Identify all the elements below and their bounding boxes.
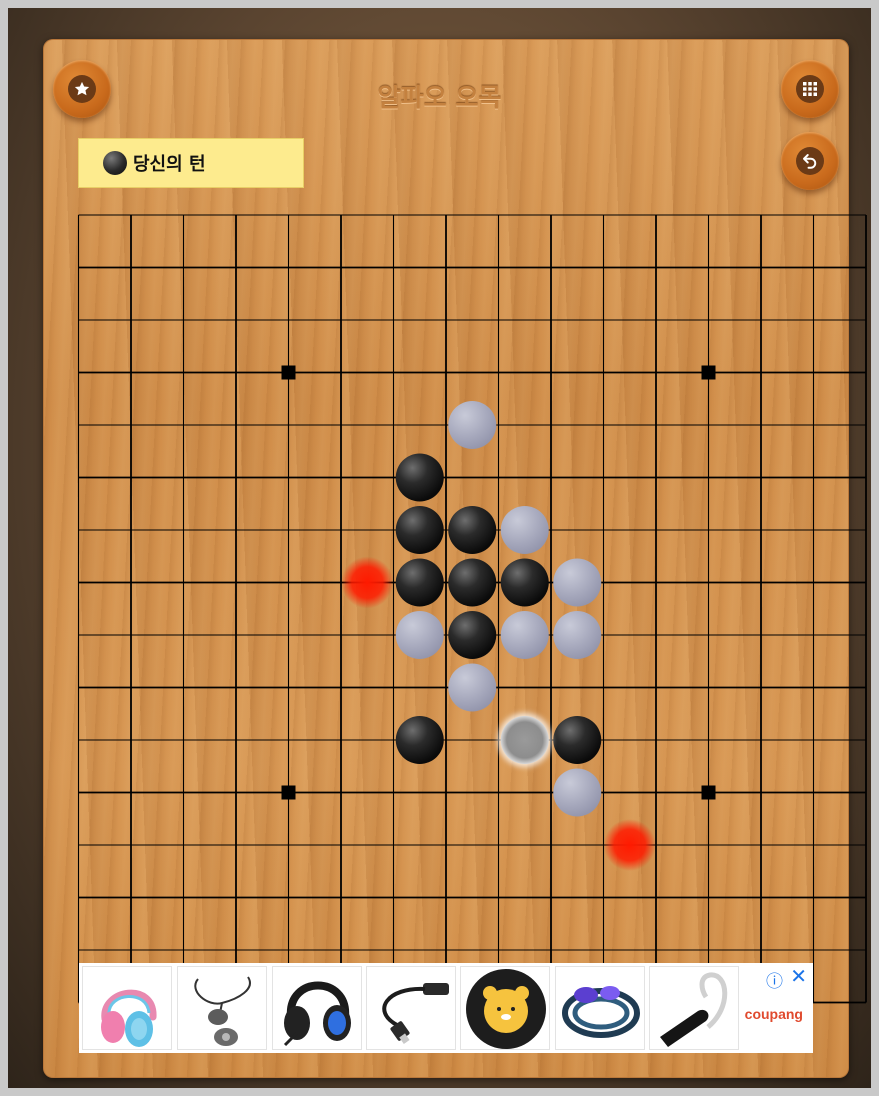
white-stone bbox=[395, 611, 444, 659]
black-stone bbox=[395, 716, 444, 764]
ad-item-braided-earphones[interactable] bbox=[555, 966, 645, 1050]
star-point bbox=[701, 365, 716, 380]
black-stone bbox=[448, 506, 497, 554]
star-point bbox=[281, 785, 296, 800]
star-point bbox=[701, 785, 716, 800]
white-stone bbox=[553, 611, 602, 659]
black-stone bbox=[448, 611, 497, 659]
black-stone bbox=[553, 716, 602, 764]
hint-marker bbox=[341, 556, 394, 609]
black-stone bbox=[395, 506, 444, 554]
ad-brand: coupang bbox=[744, 1006, 803, 1022]
ad-banner[interactable]: ⓘ ✕ coupang bbox=[79, 963, 813, 1053]
ad-item-bluetooth-headset[interactable] bbox=[649, 966, 739, 1050]
star-point bbox=[281, 365, 296, 380]
gomoku-board[interactable] bbox=[0, 0, 879, 1096]
close-icon[interactable]: ✕ bbox=[790, 964, 807, 988]
white-stone bbox=[500, 506, 549, 554]
ad-item-gaming-headset[interactable] bbox=[272, 966, 362, 1050]
black-stone bbox=[395, 558, 444, 607]
white-stone bbox=[448, 663, 497, 712]
last-move-stone bbox=[500, 716, 549, 764]
ad-item-in-ear-monitor[interactable] bbox=[177, 966, 267, 1050]
ad-item-usb-c-adapter[interactable] bbox=[366, 966, 456, 1050]
board-grid bbox=[77, 214, 867, 1004]
black-stone bbox=[500, 558, 549, 607]
white-stone bbox=[553, 768, 602, 817]
ad-item-headphones-kids[interactable] bbox=[82, 966, 172, 1050]
info-icon[interactable]: ⓘ bbox=[766, 967, 783, 992]
hint-marker bbox=[603, 819, 656, 871]
ad-item-ryan-charger[interactable] bbox=[460, 966, 550, 1050]
black-stone bbox=[395, 453, 444, 502]
white-stone bbox=[553, 558, 602, 607]
white-stone bbox=[448, 401, 497, 449]
white-stone bbox=[500, 611, 549, 659]
black-stone bbox=[448, 558, 497, 607]
